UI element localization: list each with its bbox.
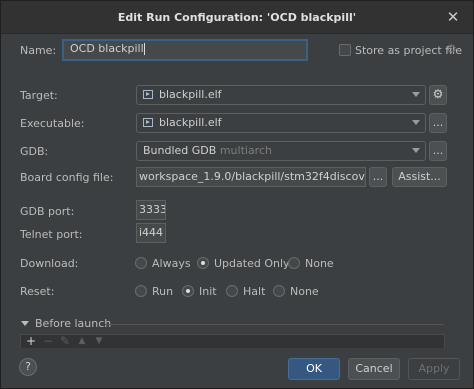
gdb-select[interactable]: Bundled GDB multiarch — [136, 141, 426, 161]
reset-none-label: None — [290, 285, 319, 298]
chevron-down-icon — [412, 120, 420, 125]
name-input[interactable]: OCD blackpill — [62, 39, 308, 61]
remove-icon[interactable]: − — [42, 334, 54, 348]
move-up-icon[interactable]: ▲ — [76, 334, 88, 348]
executable-label: Executable: — [20, 117, 85, 130]
reset-run-label: Run — [152, 285, 174, 298]
chevron-down-icon — [412, 92, 420, 97]
close-icon[interactable]: ✕ — [443, 7, 463, 27]
download-always-radio[interactable] — [135, 257, 147, 269]
dialog-title: Edit Run Configuration: 'OCD blackpill' — [117, 11, 357, 24]
gdb-label: GDB: — [20, 145, 49, 158]
target-label: Target: — [20, 89, 58, 102]
download-updated-only-radio[interactable] — [197, 257, 209, 269]
gdb-browse-button[interactable]: ... — [429, 141, 447, 161]
reset-init-radio[interactable] — [182, 285, 194, 297]
reset-halt-radio[interactable] — [226, 285, 238, 297]
download-updated-only-label: Updated Only — [214, 257, 290, 270]
store-as-project-file-checkbox[interactable] — [339, 44, 351, 56]
collapse-arrow-icon[interactable] — [21, 321, 29, 326]
title-bar: Edit Run Configuration: 'OCD blackpill' … — [1, 1, 473, 34]
before-launch-label[interactable]: Before launch — [35, 317, 111, 330]
telnet-port-input[interactable]: i444 — [136, 223, 166, 243]
gear-icon: ⚙ — [432, 87, 444, 101]
run-configuration-dialog: Edit Run Configuration: 'OCD blackpill' … — [0, 0, 474, 389]
reset-init-label: Init — [199, 285, 217, 298]
before-launch-toolbar: + − ✎ ▲ ▼ — [20, 334, 445, 348]
reset-label: Reset: — [20, 285, 55, 298]
download-label: Download: — [20, 257, 79, 270]
help-button[interactable]: ? — [19, 358, 37, 376]
section-divider — [105, 324, 444, 325]
executable-value: blackpill.elf — [159, 116, 222, 129]
ok-button[interactable]: OK — [288, 358, 340, 380]
download-none-radio[interactable] — [288, 257, 300, 269]
reset-run-radio[interactable] — [135, 285, 147, 297]
reset-halt-label: Halt — [243, 285, 266, 298]
edit-icon[interactable]: ✎ — [59, 334, 71, 348]
gdb-value: Bundled GDB — [143, 144, 217, 157]
gdb-variant: multiarch — [219, 144, 272, 157]
executable-select[interactable]: blackpill.elf — [136, 113, 426, 133]
target-settings-button[interactable]: ⚙ — [429, 85, 447, 105]
name-label: Name: — [20, 44, 57, 57]
reset-none-radio[interactable] — [273, 285, 285, 297]
text-cursor — [143, 43, 145, 55]
gdb-port-label: GDB port: — [20, 205, 75, 218]
add-icon[interactable]: + — [25, 334, 37, 348]
target-value: blackpill.elf — [159, 88, 222, 101]
apply-button[interactable]: Apply — [408, 358, 460, 380]
board-config-label: Board config file: — [20, 171, 114, 184]
executable-file-icon — [143, 90, 153, 99]
board-config-browse-button[interactable]: ... — [369, 167, 387, 187]
telnet-port-label: Telnet port: — [20, 228, 83, 241]
name-value: OCD blackpill — [70, 42, 144, 55]
executable-browse-button[interactable]: ... — [429, 113, 447, 133]
cancel-button[interactable]: Cancel — [348, 358, 400, 380]
gear-icon: ⚙ — [446, 42, 457, 56]
target-select[interactable]: blackpill.elf — [136, 85, 426, 105]
download-always-label: Always — [152, 257, 191, 270]
executable-file-icon — [143, 118, 153, 127]
board-config-input[interactable]: workspace_1.9.0/blackpill/stm32f4discove… — [136, 167, 366, 187]
download-none-label: None — [305, 257, 334, 270]
move-down-icon[interactable]: ▼ — [93, 334, 105, 348]
gdb-port-input[interactable]: 3333 — [136, 200, 166, 220]
chevron-down-icon — [412, 148, 420, 153]
assist-button[interactable]: Assist... — [392, 167, 447, 187]
